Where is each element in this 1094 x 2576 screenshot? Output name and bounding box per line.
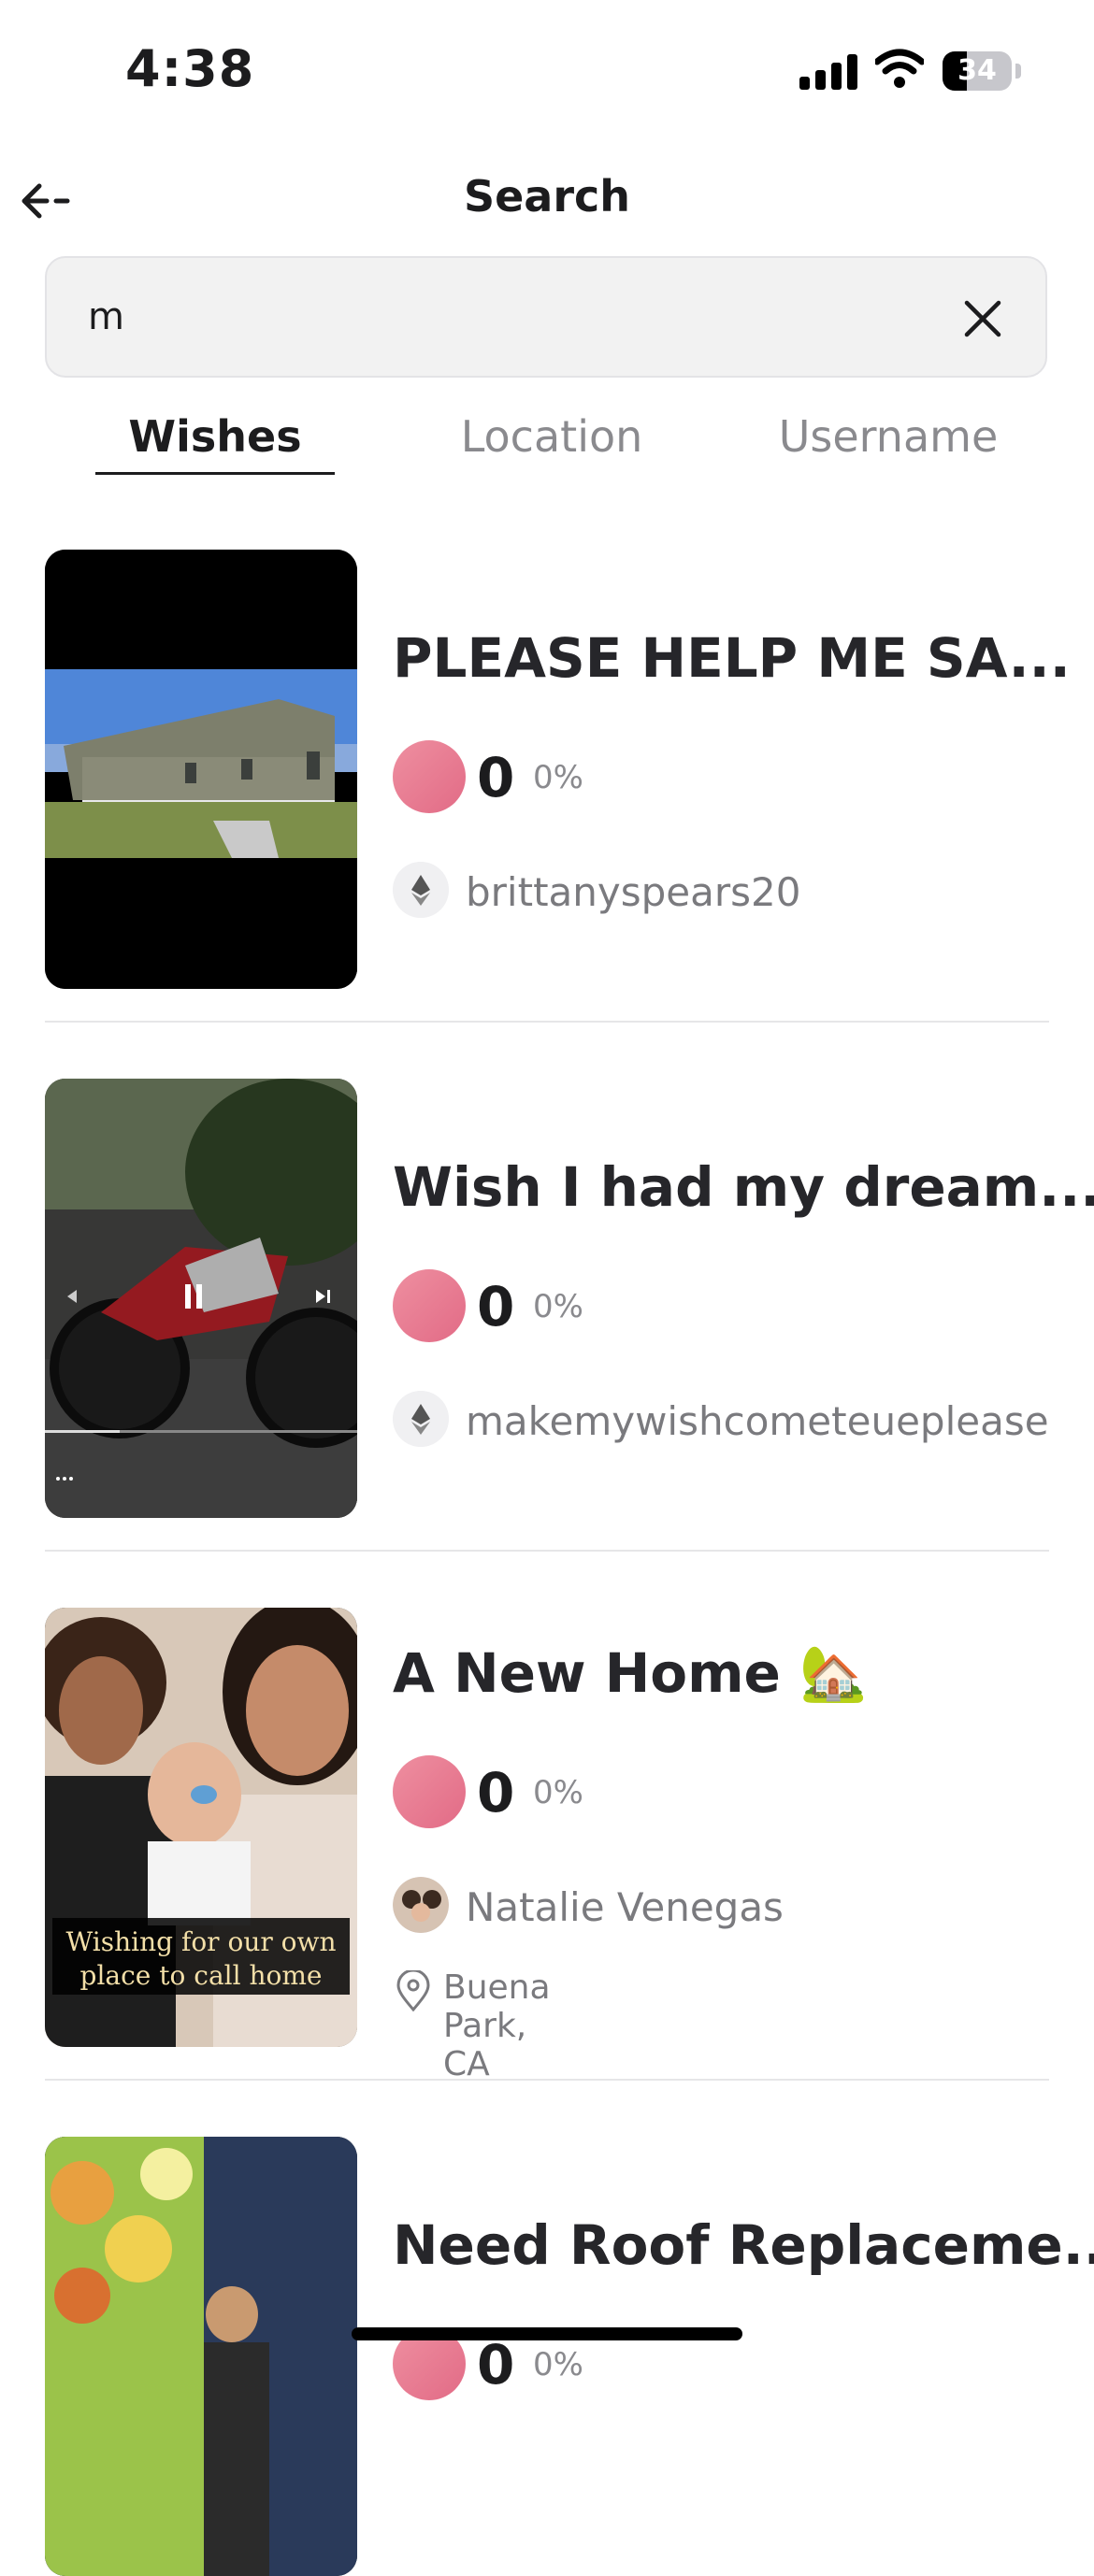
clear-search-button[interactable] — [959, 295, 1006, 342]
funded-percent: 0% — [533, 759, 583, 796]
funded-amount: 0 — [477, 1275, 515, 1338]
home-indicator[interactable] — [352, 2327, 742, 2340]
funded-amount: 0 — [477, 746, 515, 809]
status-bar: 4:38 34 — [0, 0, 1094, 140]
tab-wishes[interactable]: Wishes — [95, 411, 335, 467]
search-tabs: Wishes Location Username — [0, 402, 1094, 477]
wish-thumbnail[interactable] — [45, 550, 357, 989]
ethereum-icon — [393, 1391, 449, 1447]
thumbnail-caption: Wishing for our own place to call home — [65, 1926, 337, 1991]
tab-username[interactable]: Username — [748, 411, 1029, 467]
list-item[interactable]: Wishing for our own place to call home A… — [45, 1608, 1049, 2083]
wish-title[interactable]: Wish I had my dream... — [393, 1155, 1094, 1219]
wish-title[interactable]: PLEASE HELP ME SA... — [393, 626, 1071, 690]
funded-percent: 0% — [533, 1774, 583, 1811]
wish-coin-icon — [393, 740, 466, 813]
search-input[interactable] — [88, 286, 929, 348]
ethereum-icon — [393, 862, 449, 918]
funded-amount: 0 — [477, 2333, 515, 2397]
nav-header: Search — [0, 154, 1094, 238]
list-item[interactable]: Need Roof Replaceme... 0 0% — [45, 2137, 1094, 2576]
battery-level: 34 — [957, 54, 997, 87]
owner-username[interactable]: Natalie Venegas — [466, 1884, 784, 1930]
wifi-icon — [875, 49, 924, 88]
location-pin-icon — [396, 1970, 430, 2011]
owner-username[interactable]: brittanyspears20 — [466, 869, 800, 915]
divider — [45, 1021, 1049, 1023]
tab-location[interactable]: Location — [411, 411, 692, 467]
search-box[interactable] — [45, 256, 1047, 378]
active-tab-indicator — [95, 472, 335, 475]
avatar — [393, 1877, 449, 1933]
wish-thumbnail[interactable] — [45, 2137, 357, 2576]
page-title: Search — [463, 171, 631, 222]
wish-thumbnail[interactable]: Wishing for our own place to call home — [45, 1608, 357, 2047]
list-item[interactable]: PLEASE HELP ME SA... 0 0% brittanyspears… — [45, 550, 1071, 989]
owner-username[interactable]: makemywishcometeueplease — [466, 1398, 1049, 1444]
wish-title[interactable]: A New Home 🏡 — [393, 1641, 867, 1706]
cellular-signal-icon — [799, 54, 857, 90]
wish-coin-icon — [393, 1755, 466, 1828]
funded-amount: 0 — [477, 1761, 515, 1825]
divider — [45, 2079, 1049, 2081]
location-text: Buena Park, CA — [443, 1968, 551, 2083]
wish-coin-icon — [393, 1269, 466, 1342]
divider — [45, 1550, 1049, 1552]
status-time: 4:38 — [125, 39, 255, 98]
wish-title[interactable]: Need Roof Replaceme... — [393, 2213, 1094, 2277]
funded-percent: 0% — [533, 1288, 583, 1325]
funded-percent: 0% — [533, 2346, 583, 2383]
list-item[interactable]: Wish I had my dream... 0 0% makemywishco… — [45, 1079, 1094, 1518]
wish-thumbnail[interactable] — [45, 1079, 357, 1518]
battery-icon: 34 — [943, 51, 1021, 93]
